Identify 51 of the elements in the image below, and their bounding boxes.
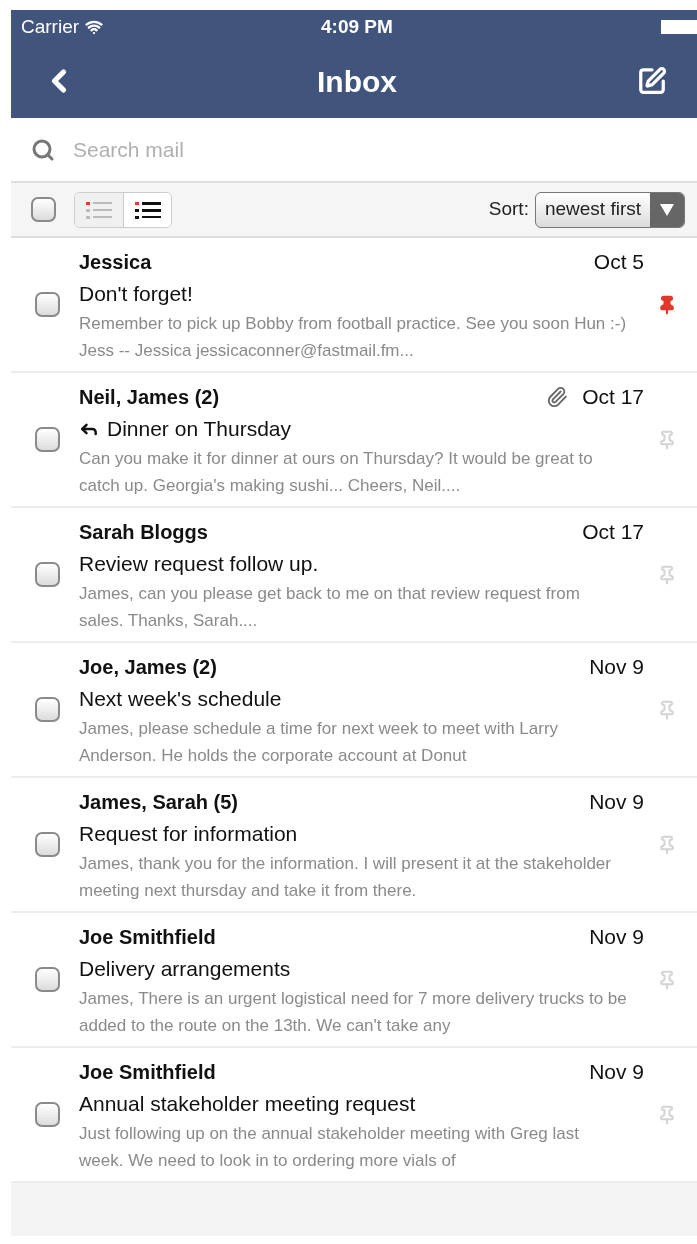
view-toggle[interactable] xyxy=(75,192,123,227)
checkbox[interactable] xyxy=(34,697,60,722)
wifi-icon xyxy=(85,18,104,36)
message-date: Oct 17 xyxy=(582,383,644,410)
message-preview: James, please schedule a time for next week to meet with Larry Anderson. He holds the corporate account at Donut xyxy=(79,717,560,767)
sender-name: James, Sarah (5) xyxy=(79,789,238,815)
caret-icon xyxy=(660,203,674,216)
checkbox[interactable] xyxy=(34,967,60,992)
status-time: 4:09 PM xyxy=(321,14,393,39)
sender-name: Joe, James (2) xyxy=(79,654,217,680)
nav-title: Inbox xyxy=(317,63,397,100)
compose-icon[interactable] xyxy=(637,66,667,96)
sender-name: Jessica xyxy=(79,249,152,275)
checkbox[interactable] xyxy=(31,197,56,222)
message-subject: Review request follow up. xyxy=(79,550,319,577)
checkbox[interactable] xyxy=(34,427,60,452)
view-toggle[interactable] xyxy=(123,192,171,227)
checkbox[interactable] xyxy=(34,292,60,317)
message-subject: Don't forget! xyxy=(79,280,193,307)
carrier-label: Carrier xyxy=(21,14,80,39)
message-preview: James, There is an urgent logistical need for 7 more delivery trucks to be added to the route on the 13th. We can't take any xyxy=(79,987,627,1037)
search-field[interactable]: Search mail xyxy=(73,133,677,166)
message-preview: James, thank you for the information. I will present it at the stakeholder meeting next thursday and take it from there. xyxy=(79,852,612,902)
message-date: Oct 17 xyxy=(582,518,644,545)
sender-name: Joe Smithfield xyxy=(79,924,216,950)
list-icon xyxy=(134,199,161,220)
message-subject: Delivery arrangements xyxy=(79,955,291,982)
message-date: Nov 9 xyxy=(589,788,644,815)
message-preview: Remember to pick up Bobby from football practice. See you soon Hun :-) Jess -- Jessica jessicaconner@fastmail.fm... xyxy=(79,312,627,362)
checkbox[interactable] xyxy=(34,1102,60,1127)
list-icon xyxy=(86,199,112,220)
checkbox[interactable] xyxy=(34,562,60,587)
checkbox[interactable] xyxy=(34,832,60,857)
message-date: Nov 9 xyxy=(589,923,644,950)
sender-name: Neil, James (2) xyxy=(79,384,220,410)
message-date: Oct 5 xyxy=(593,248,644,275)
battery-icon xyxy=(661,20,697,34)
message-date: Nov 9 xyxy=(589,1058,644,1085)
message-preview: Can you make it for dinner at ours on Thursday? It would be great to catch up. Georgia's making sushi... Cheers, Neil.... xyxy=(79,447,594,497)
sort-dropdown[interactable]: newest first xyxy=(534,191,685,228)
message-subject: Next week's schedule xyxy=(79,685,282,712)
message-subject: Annual stakeholder meeting request xyxy=(79,1090,416,1117)
message-preview: Just following up on the annual stakeholder meeting with Greg last week. We need to look in to ordering more vials of xyxy=(79,1122,580,1172)
sort-label: Sort: xyxy=(488,197,529,222)
message-date: Nov 9 xyxy=(589,653,644,680)
message-preview: James, can you please get back to me on that review request from sales. Thanks, Sarah.... xyxy=(79,582,581,632)
sender-name: Joe Smithfield xyxy=(79,1059,216,1085)
sender-name: Sarah Bloggs xyxy=(79,519,208,545)
search-icon xyxy=(31,137,55,162)
message-subject: Request for information xyxy=(79,820,298,847)
message-subject: Dinner on Thursday xyxy=(107,415,292,442)
